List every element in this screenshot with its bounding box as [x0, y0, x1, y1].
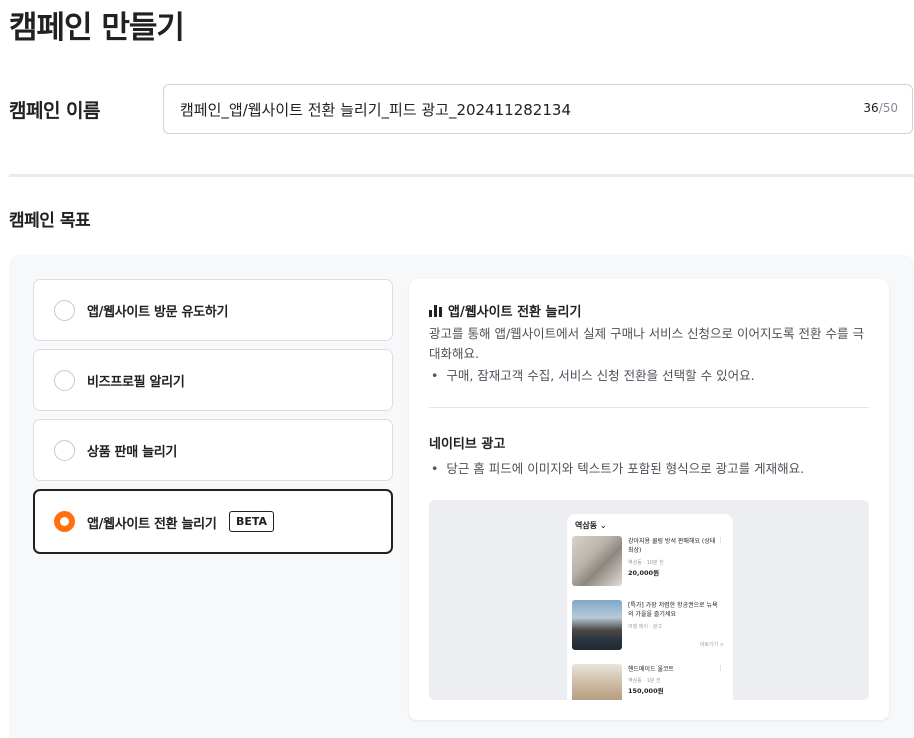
more-icon: ⋮	[717, 664, 724, 672]
radio-button[interactable]	[54, 440, 75, 461]
native-ad-bullet-text: 당근 홈 피드에 이미지와 텍스트가 포함된 형식으로 광고를 게재해요.	[446, 461, 805, 476]
campaign-name-label: 캠페인 이름	[9, 100, 101, 122]
char-count: 36	[863, 101, 879, 115]
radio-button[interactable]	[54, 300, 75, 321]
feed-meta: 여행 에이 · 광고	[628, 624, 662, 630]
detail-title-text: 앱/웹사이트 전환 늘리기	[448, 305, 582, 320]
feed-meta: 역삼동 · 1분 전	[628, 678, 661, 684]
detail-title: 앱/웹사이트 전환 늘리기	[429, 301, 581, 320]
feed-meta: 역삼동 · 10분 전	[628, 560, 664, 566]
radio-button[interactable]	[54, 370, 75, 391]
goal-option-bizprofile[interactable]: 비즈프로필 알리기	[33, 349, 393, 411]
native-ad-title: 네이티브 광고	[429, 437, 506, 452]
feed-item: 핸드메이드 울코트 역삼동 · 1분 전 150,000원 ⋮	[572, 664, 728, 700]
chevron-down-icon: ⌄	[599, 521, 607, 530]
radio-button-selected[interactable]	[54, 511, 75, 532]
bar-chart-icon	[429, 304, 442, 317]
feed-title: [특가] 가장 저렴한 항공권으로 뉴욕의 가을을 즐기세요	[628, 602, 718, 618]
goal-detail-card: 앱/웹사이트 전환 늘리기 광고를 통해 앱/웹사이트에서 실제 구매나 서비스…	[409, 279, 889, 720]
feed-item: 강아지용 쿨링 방석 판매해요 (상태 최상) 역삼동 · 10분 전 20,0…	[572, 536, 728, 588]
feed-title: 강아지용 쿨링 방석 판매해요 (상태 최상)	[628, 538, 716, 554]
goal-option-label: 앱/웹사이트 방문 유도하기	[87, 305, 229, 320]
feed-link: 바로가기 >	[699, 642, 724, 648]
detail-description: 광고를 통해 앱/웹사이트에서 실제 구매나 서비스 신청으로 이어지도록 전환…	[429, 326, 864, 361]
native-ad-bullet: • 당근 홈 피드에 이미지와 텍스트가 포함된 형식으로 광고를 게재해요.	[431, 461, 805, 476]
goal-option-conversion[interactable]: 앱/웹사이트 전환 늘리기 BETA	[33, 489, 393, 554]
campaign-name-input[interactable]	[164, 85, 912, 133]
more-icon: ⋮	[717, 536, 724, 544]
campaign-goal-label: 캠페인 목표	[9, 211, 91, 231]
preview-location: 역삼동 ⌄	[575, 521, 607, 530]
detail-bullet-text: 구매, 잠재고객 수집, 서비스 신청 전환을 선택할 수 있어요.	[446, 368, 755, 383]
feed-thumbnail	[572, 536, 622, 586]
goal-option-label: 상품 판매 늘리기	[87, 445, 178, 460]
char-max: /50	[878, 101, 898, 115]
beta-badge: BETA	[229, 511, 275, 532]
goal-option-sales[interactable]: 상품 판매 늘리기	[33, 419, 393, 481]
feed-title: 핸드메이드 울코트	[628, 666, 675, 673]
feed-price: 150,000원	[628, 687, 664, 695]
page-title: 캠페인 만들기	[9, 10, 185, 46]
feed-thumbnail	[572, 664, 622, 700]
feed-thumbnail	[572, 600, 622, 650]
campaign-name-field: 36/50	[163, 84, 913, 134]
phone-mockup: 역삼동 ⌄ 강아지용 쿨링 방석 판매해요 (상태 최상) 역삼동 · 10분 …	[567, 514, 733, 700]
section-divider	[9, 174, 914, 177]
feed-price: 20,000원	[628, 569, 660, 577]
char-counter: 36/50	[863, 101, 898, 115]
ad-preview: 역삼동 ⌄ 강아지용 쿨링 방석 판매해요 (상태 최상) 역삼동 · 10분 …	[429, 500, 869, 700]
detail-bullet: • 구매, 잠재고객 수집, 서비스 신청 전환을 선택할 수 있어요.	[431, 368, 755, 383]
goal-option-label: 앱/웹사이트 전환 늘리기	[87, 517, 217, 532]
goal-option-visit[interactable]: 앱/웹사이트 방문 유도하기	[33, 279, 393, 341]
goal-option-label: 비즈프로필 알리기	[87, 375, 185, 390]
detail-divider	[429, 407, 869, 408]
feed-item-ad: [특가] 가장 저렴한 항공권으로 뉴욕의 가을을 즐기세요 여행 에이 · 광…	[572, 600, 728, 652]
